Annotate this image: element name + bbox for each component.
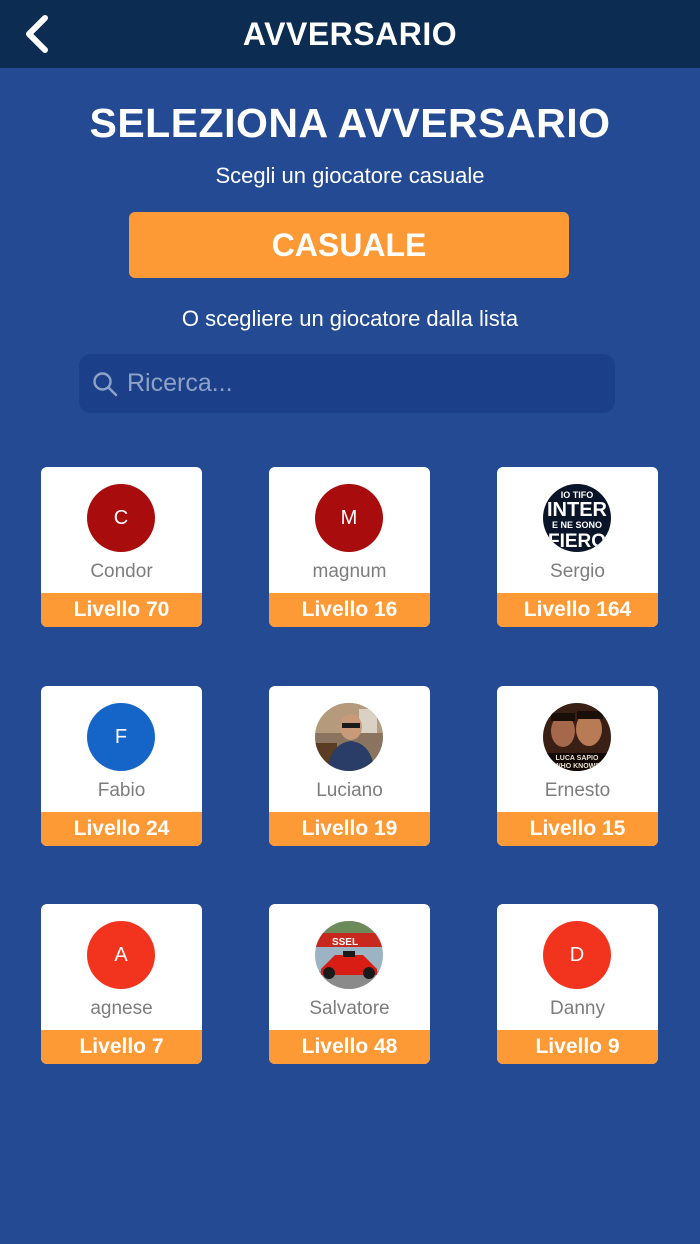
player-name: magnum: [312, 561, 387, 582]
player-card[interactable]: LUCA SAPIO WHO KNOWS Ernesto Livello 15: [497, 686, 658, 846]
random-opponent-button[interactable]: CASUALE: [129, 212, 569, 278]
badge-line-2: INTER: [547, 499, 608, 521]
avatar-initial: A: [114, 943, 128, 966]
player-level: Livello 24: [41, 812, 202, 846]
avatar: M: [315, 484, 383, 552]
player-card[interactable]: D Danny Livello 9: [497, 904, 658, 1064]
page-title: AVVERSARIO: [242, 15, 458, 52]
player-name: Salvatore: [309, 998, 390, 1019]
player-level: Livello 19: [269, 812, 430, 846]
avatar: F: [87, 703, 155, 771]
man-portrait-image: [315, 703, 383, 771]
player-card[interactable]: SSEL Salvatore Livello 48: [269, 904, 430, 1064]
poster-line-2: WHO KNOWS: [554, 763, 600, 770]
avatar-photo: [315, 703, 383, 771]
car-banner-text: SSEL: [332, 937, 358, 948]
search-input[interactable]: [119, 354, 615, 413]
chevron-left-icon: [26, 15, 48, 53]
avatar-initial: M: [340, 506, 358, 529]
player-level: Livello 15: [497, 812, 658, 846]
list-prompt: O scegliere un giocatore dalla lista: [181, 306, 519, 331]
search-bar[interactable]: [79, 354, 615, 413]
poster-line-1: LUCA SAPIO: [556, 755, 599, 762]
player-card[interactable]: Luciano Livello 19: [269, 686, 430, 846]
player-name: agnese: [90, 998, 153, 1019]
top-bar: AVVERSARIO: [0, 0, 700, 68]
player-name: Fabio: [97, 780, 146, 801]
avatar: A: [87, 921, 155, 989]
avatar-initial: D: [569, 943, 585, 966]
player-level: Livello 16: [269, 593, 430, 627]
player-name: Condor: [90, 561, 153, 582]
movie-poster-image: LUCA SAPIO WHO KNOWS: [543, 703, 611, 771]
player-card[interactable]: IO TIFO INTER E NE SONO FIERO Sergio Liv…: [497, 467, 658, 627]
player-level: Livello 70: [41, 593, 202, 627]
racecar-image: SSEL: [315, 921, 383, 989]
player-card[interactable]: C Condor Livello 70: [41, 467, 202, 627]
avatar-photo: LUCA SAPIO WHO KNOWS: [543, 703, 611, 771]
avatar-photo: SSEL: [315, 921, 383, 989]
avatar: C: [87, 484, 155, 552]
section-heading: SELEZIONA AVVERSARIO: [89, 100, 611, 146]
back-button[interactable]: [14, 12, 58, 56]
inter-badge-image: IO TIFO INTER E NE SONO FIERO: [543, 484, 611, 552]
player-level: Livello 7: [41, 1030, 202, 1064]
avatar-photo: IO TIFO INTER E NE SONO FIERO: [543, 484, 611, 552]
search-icon: [91, 370, 119, 398]
player-card[interactable]: F Fabio Livello 24: [41, 686, 202, 846]
player-name: Danny: [550, 998, 605, 1019]
player-name: Sergio: [550, 561, 605, 582]
player-name: Ernesto: [544, 780, 611, 801]
player-level: Livello 48: [269, 1030, 430, 1064]
badge-line-3: E NE SONO: [552, 520, 602, 530]
player-card[interactable]: M magnum Livello 16: [269, 467, 430, 627]
player-name: Luciano: [316, 780, 383, 801]
avatar-initial: C: [113, 506, 129, 529]
badge-line-4: FIERO: [548, 531, 606, 552]
player-level: Livello 9: [497, 1030, 658, 1064]
player-card[interactable]: A agnese Livello 7: [41, 904, 202, 1064]
avatar: D: [543, 921, 611, 989]
player-level: Livello 164: [497, 593, 658, 627]
avatar-initial: F: [114, 725, 128, 748]
random-subtitle: Scegli un giocatore casuale: [215, 163, 485, 188]
